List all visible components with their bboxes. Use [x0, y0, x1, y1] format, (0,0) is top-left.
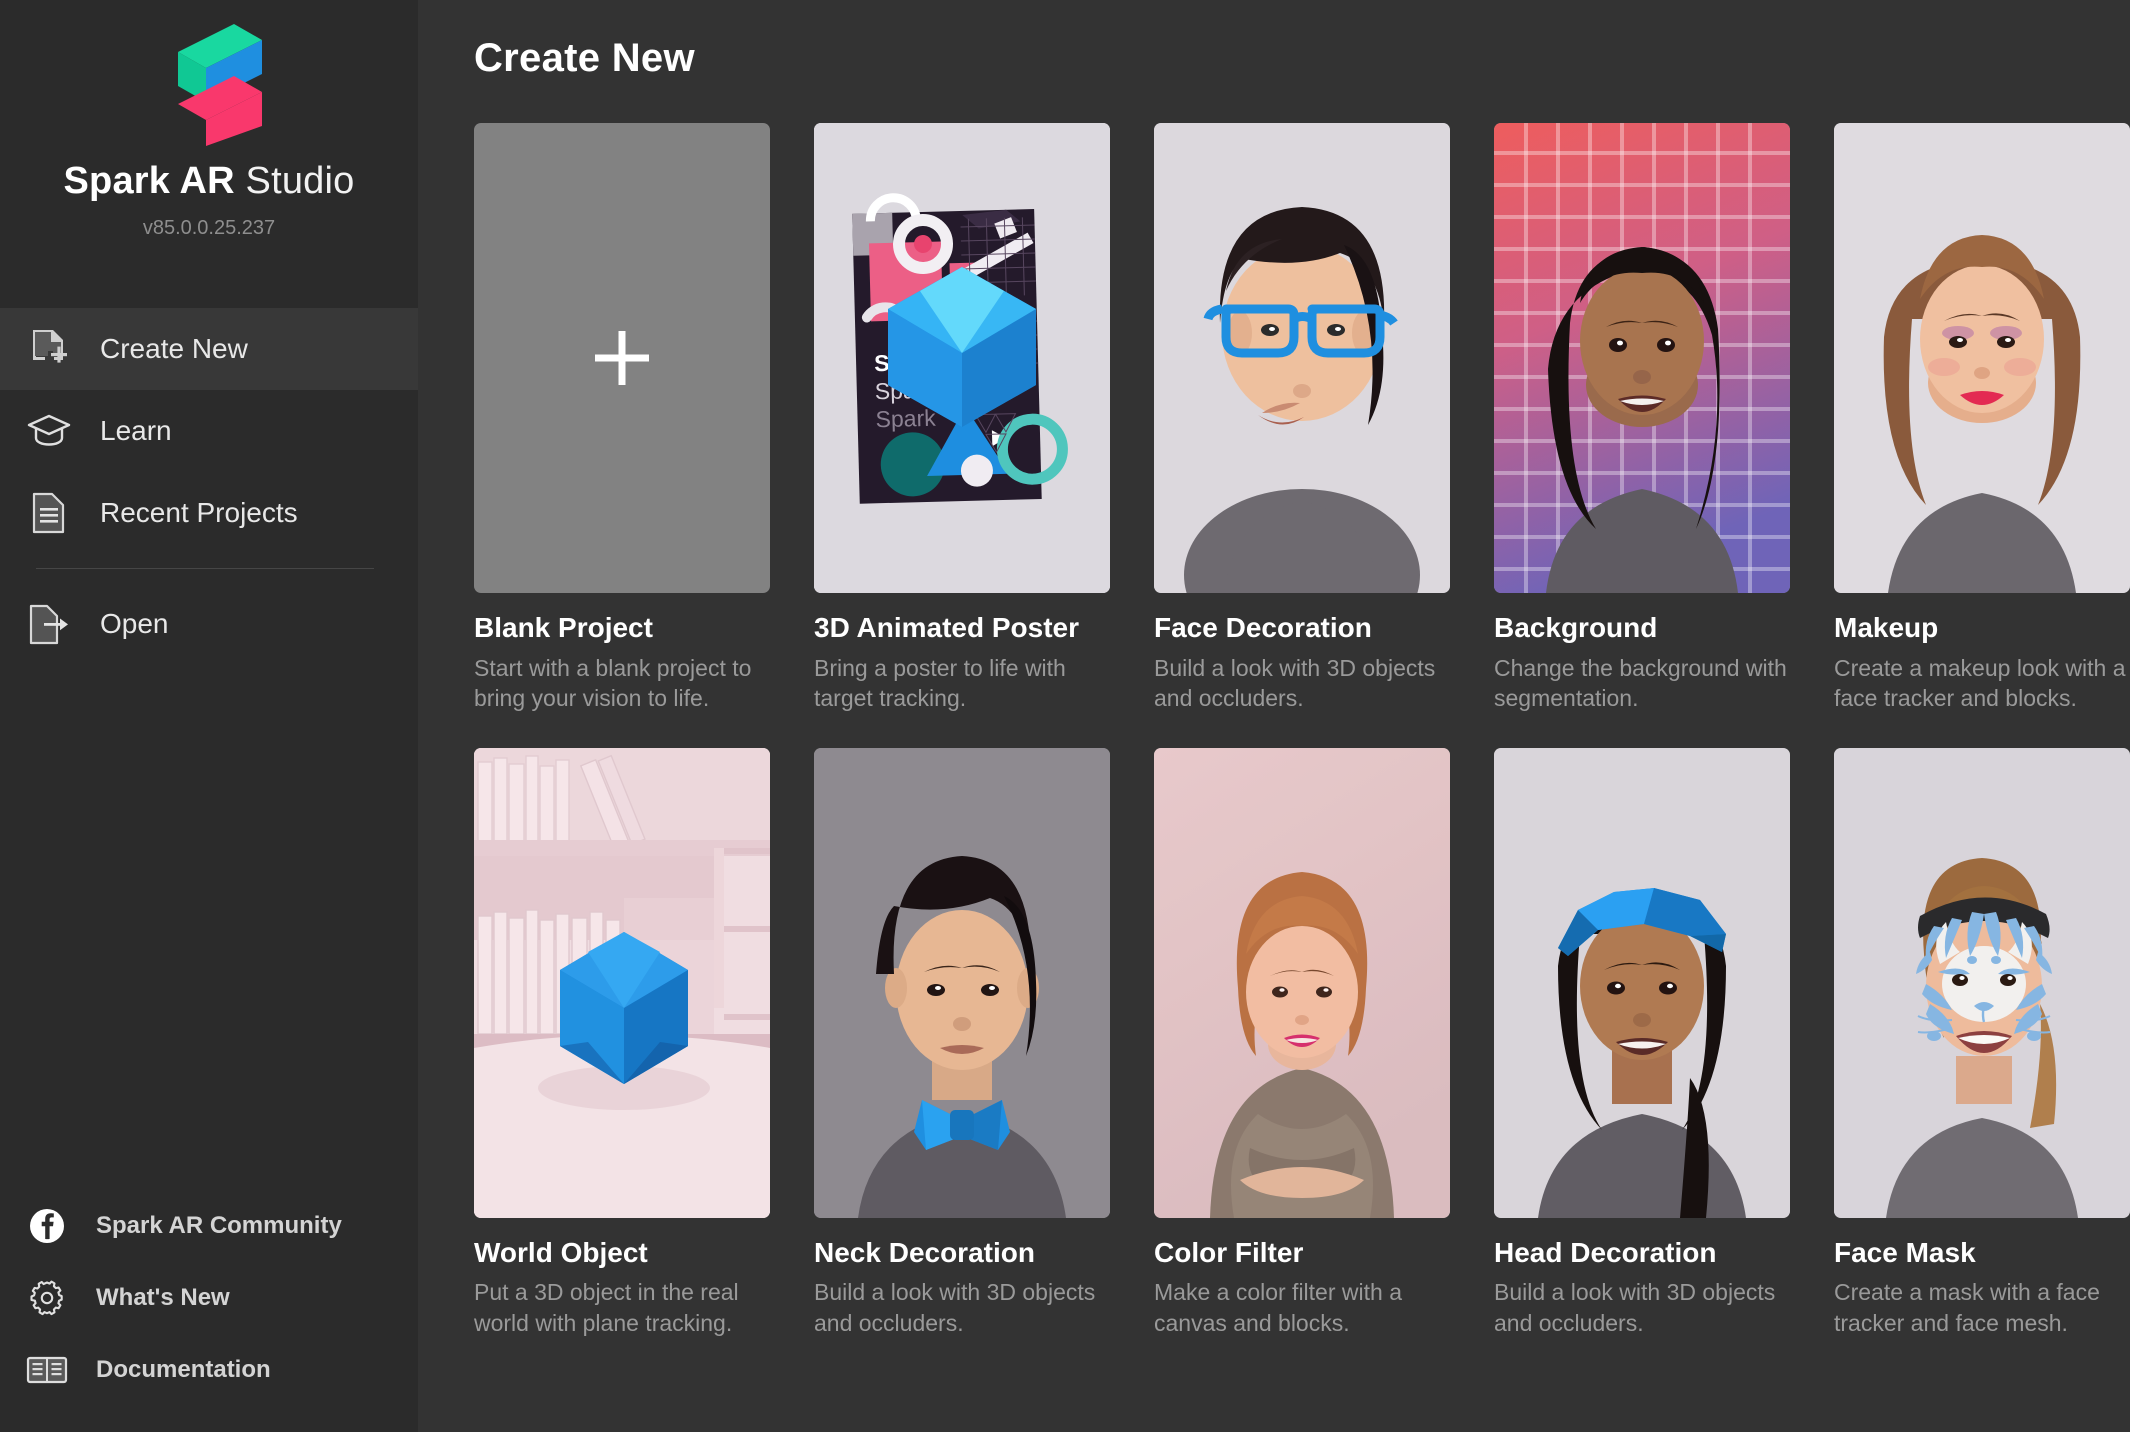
sidebar-item-learn[interactable]: Learn	[0, 390, 418, 472]
card-description: Make a color filter with a canvas and bl…	[1154, 1279, 1402, 1336]
sidebar-item-create-new[interactable]: Create New	[0, 308, 418, 390]
sidebar-item-label: Recent Projects	[100, 497, 298, 528]
link-documentation[interactable]: Documentation	[0, 1334, 418, 1406]
thumbnail-bandana-woman[interactable]	[1494, 747, 1790, 1218]
thumbnail-shelf-icosahedron[interactable]	[474, 747, 770, 1218]
card-makeup[interactable]: Makeup Create a makeup look with a face …	[1834, 123, 2130, 714]
card-title: Neck Decoration	[814, 1236, 1035, 1268]
thumbnail-facepaint-woman[interactable]	[1834, 747, 2130, 1218]
card-title: Blank Project	[474, 612, 653, 643]
thumbnail-makeup-woman[interactable]	[1834, 123, 2130, 593]
card-title: Makeup	[1834, 612, 1939, 643]
card-description: Build a look with 3D objects and occlude…	[1494, 1279, 1776, 1336]
gear-icon	[26, 1277, 68, 1319]
sidebar: Spark AR Studio v85.0.0.25.237 Create Ne…	[0, 0, 418, 1432]
card-face-mask[interactable]: Face Mask Create a mask with a face trac…	[1834, 747, 2130, 1339]
document-plus-icon	[26, 326, 72, 372]
thumbnail-blank-plus[interactable]	[474, 123, 770, 593]
card-description: Build a look with 3D objects and occlude…	[814, 1279, 1096, 1336]
card-description: Create a mask with a face tracker and fa…	[1834, 1279, 2100, 1336]
card-title: Head Decoration	[1494, 1236, 1717, 1268]
document-arrow-icon	[26, 601, 72, 647]
card-face-decoration[interactable]: Face Decoration Build a look with 3D obj…	[1154, 123, 1450, 714]
card-title: Color Filter	[1154, 1236, 1304, 1268]
link-label: Documentation	[96, 1356, 271, 1383]
document-lines-icon	[26, 490, 72, 536]
thumbnail-glasses-man[interactable]	[1154, 123, 1450, 593]
card-title: World Object	[474, 1236, 648, 1268]
graduation-cap-icon	[26, 408, 72, 454]
sidebar-item-recent-projects[interactable]: Recent Projects	[0, 472, 418, 554]
book-icon	[26, 1349, 68, 1391]
card-title: Face Decoration	[1154, 612, 1372, 643]
card-description: Put a 3D object in the real world with p…	[474, 1279, 739, 1336]
spark-ar-logo	[0, 18, 418, 150]
version-label: v85.0.0.25.237	[142, 217, 276, 239]
card-description: Change the background with segmentation.	[1494, 654, 1787, 712]
thumbnail-filter-woman[interactable]	[1154, 747, 1450, 1218]
app-title-bold: Spark AR	[63, 160, 235, 202]
brand-block: Spark AR Studio v85.0.0.25.237	[0, 0, 418, 240]
thumbnail-poster[interactable]: Spark Spark Spark	[814, 123, 1110, 593]
plus-icon-horizontal	[595, 354, 649, 362]
card-world-object[interactable]: World Object Put a 3D object in the real…	[474, 747, 770, 1339]
card-title: Background	[1494, 612, 1658, 643]
sidebar-divider	[36, 568, 374, 569]
template-grid: Blank Project Start with a blank project…	[474, 123, 2130, 1339]
link-label: Spark AR Community	[96, 1212, 342, 1239]
card-blank-project[interactable]: Blank Project Start with a blank project…	[474, 123, 770, 714]
card-description: Build a look with 3D objects and occlude…	[1154, 654, 1436, 712]
card-background[interactable]: Background Change the background with se…	[1494, 123, 1790, 714]
link-whats-new[interactable]: What's New	[0, 1262, 418, 1334]
card-color-filter[interactable]: Color Filter Make a color filter with a …	[1154, 747, 1450, 1339]
link-label: What's New	[96, 1284, 230, 1311]
link-spark-ar-community[interactable]: Spark AR Community	[0, 1190, 418, 1262]
sidebar-item-label: Learn	[100, 415, 172, 446]
card-title: Face Mask	[1834, 1236, 1976, 1268]
spark-logo-icon	[178, 24, 262, 146]
thumbnail-grid-woman[interactable]	[1494, 123, 1790, 593]
sidebar-item-open[interactable]: Open	[0, 583, 418, 665]
card-description: Start with a blank project to bring your…	[474, 654, 752, 712]
card-3d-animated-poster[interactable]: Spark Spark Spark	[814, 123, 1110, 714]
sidebar-nav: Create New Learn Recent Projects Open	[0, 308, 418, 665]
card-description: Bring a poster to life with target track…	[814, 654, 1066, 712]
sidebar-item-label: Create New	[100, 333, 248, 364]
card-neck-decoration[interactable]: Neck Decoration Build a look with 3D obj…	[814, 747, 1110, 1339]
main-content: Create New Blank Project Start with a bl…	[418, 0, 2130, 1432]
app-window: Spark AR Studio v85.0.0.25.237 Create Ne…	[0, 0, 2130, 1432]
thumbnail-bowtie-man[interactable]	[814, 747, 1110, 1218]
svg-text:Spark: Spark	[875, 405, 936, 433]
sidebar-item-label: Open	[100, 608, 169, 639]
app-title: Spark AR Studio	[0, 160, 418, 203]
app-title-light: Studio	[234, 160, 355, 202]
card-head-decoration[interactable]: Head Decoration Build a look with 3D obj…	[1494, 747, 1790, 1339]
card-title: 3D Animated Poster	[814, 612, 1080, 643]
page-title: Create New	[474, 36, 695, 80]
card-description: Create a makeup look with a face tracker…	[1834, 654, 2126, 712]
sidebar-footer-links: Spark AR Community What's New Documentat…	[0, 1190, 418, 1406]
facebook-icon	[26, 1205, 68, 1247]
